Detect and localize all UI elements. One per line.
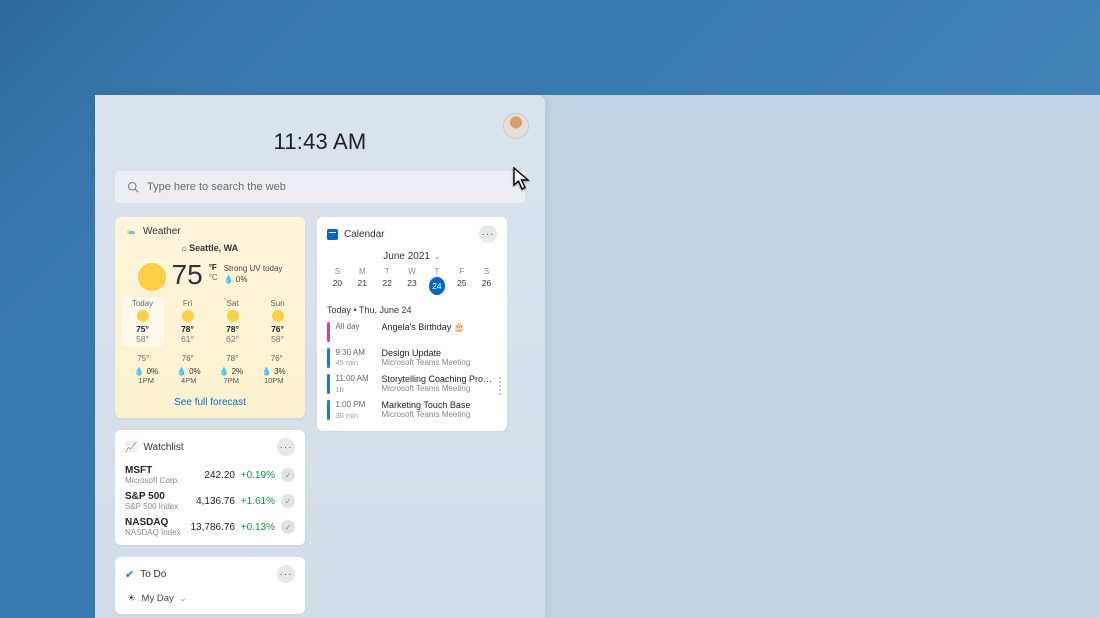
chevron-down-icon: ⌄ <box>434 252 441 261</box>
check-icon <box>281 468 295 482</box>
weather-icon <box>125 225 137 237</box>
calendar-event[interactable]: All day Angela's Birthday 🎂 <box>317 319 507 345</box>
see-full-forecast-link[interactable]: See full forecast <box>115 393 305 418</box>
calendar-icon <box>327 229 338 240</box>
hourly-precip: 💧 2%7PM <box>219 367 243 385</box>
forecast-day[interactable]: Fri 78°61° <box>166 297 209 346</box>
calendar-day[interactable]: 25 <box>449 277 474 295</box>
calendar-day[interactable]: 21 <box>350 277 375 295</box>
chevron-down-icon: ⌄ <box>180 594 187 603</box>
watchlist-title: Watchlist <box>143 442 183 453</box>
watchlist-icon: 📈 <box>125 442 137 453</box>
calendar-title: Calendar <box>344 229 385 240</box>
search-placeholder: Type here to search the web <box>147 181 286 193</box>
sun-icon: ☀ <box>127 593 136 604</box>
forecast-day[interactable]: Sat 78°62° <box>211 297 254 346</box>
search-icon <box>127 181 139 193</box>
weather-title: Weather <box>143 226 181 237</box>
calendar-day[interactable]: 22 <box>375 277 400 295</box>
check-icon <box>281 494 295 508</box>
calendar-date-label: Today • Thu, June 24 <box>317 299 507 319</box>
todo-section-toggle[interactable]: ☀ My Day ⌄ <box>115 589 305 614</box>
todo-widget[interactable]: ✔ To Do ··· ☀ My Day ⌄ <box>115 557 305 614</box>
watchlist-row[interactable]: S&P 500S&P 500 Index 4,136.76 +1.61% <box>115 488 305 514</box>
calendar-day[interactable]: 23 <box>400 277 425 295</box>
calendar-widget[interactable]: Calendar ··· June 2021 ⌄ S M T W T F S 2… <box>317 217 507 431</box>
watchlist-row[interactable]: NASDAQNASDAQ Index 13,786.76 +0.13% <box>115 514 305 545</box>
widgets-panel: 11:43 AM Type here to search the web Wea… <box>95 95 545 618</box>
weather-widget[interactable]: Weather ⌂ Seattle, WA 75 °F °C Strong UV… <box>115 217 305 418</box>
calendar-event[interactable]: 11:00 AM1h Storytelling Coaching Pro…Mic… <box>317 371 507 397</box>
calendar-month-picker[interactable]: June 2021 ⌄ <box>317 249 507 264</box>
calendar-event[interactable]: 1:00 PM30 min Marketing Touch BaseMicros… <box>317 397 507 423</box>
watchlist-row[interactable]: MSFTMicrosoft Corp. 242.20 +0.19% <box>115 462 305 488</box>
calendar-event[interactable]: 9:30 AM45 min Design UpdateMicrosoft Tea… <box>317 345 507 371</box>
todo-title: To Do <box>140 569 166 580</box>
sun-icon <box>138 263 166 291</box>
weather-location: ⌂ Seattle, WA <box>115 243 305 253</box>
todo-icon: ✔ <box>125 568 134 581</box>
hourly-precip: 💧 0%1PM <box>134 367 158 385</box>
forecast-day[interactable]: Sun 76°58° <box>256 297 299 346</box>
hourly-precip: 💧 0%4PM <box>177 367 201 385</box>
calendar-day[interactable]: 26 <box>474 277 499 295</box>
check-icon <box>281 520 295 534</box>
hourly-precip: 💧 3%10PM <box>262 367 286 385</box>
more-button[interactable]: ··· <box>277 438 295 456</box>
more-button[interactable]: ··· <box>479 225 497 243</box>
unit-toggle[interactable]: °F °C <box>209 259 218 282</box>
clock-time: 11:43 AM <box>95 95 545 155</box>
weather-temp: 75 <box>172 259 203 291</box>
watchlist-widget[interactable]: 📈 Watchlist ··· MSFTMicrosoft Corp. 242.… <box>115 430 305 545</box>
forecast-day[interactable]: Today 75°58° <box>121 297 164 346</box>
more-button[interactable]: ··· <box>277 565 295 583</box>
search-input[interactable]: Type here to search the web <box>115 171 525 203</box>
weather-summary: Strong UV today 💧 0% <box>224 259 283 285</box>
scroll-indicator <box>499 377 501 395</box>
calendar-day-today[interactable]: 24 <box>429 277 445 295</box>
avatar[interactable] <box>503 113 529 139</box>
weather-extra-temps: 75° 76° 78° 76° <box>115 350 305 363</box>
calendar-day[interactable]: 20 <box>325 277 350 295</box>
